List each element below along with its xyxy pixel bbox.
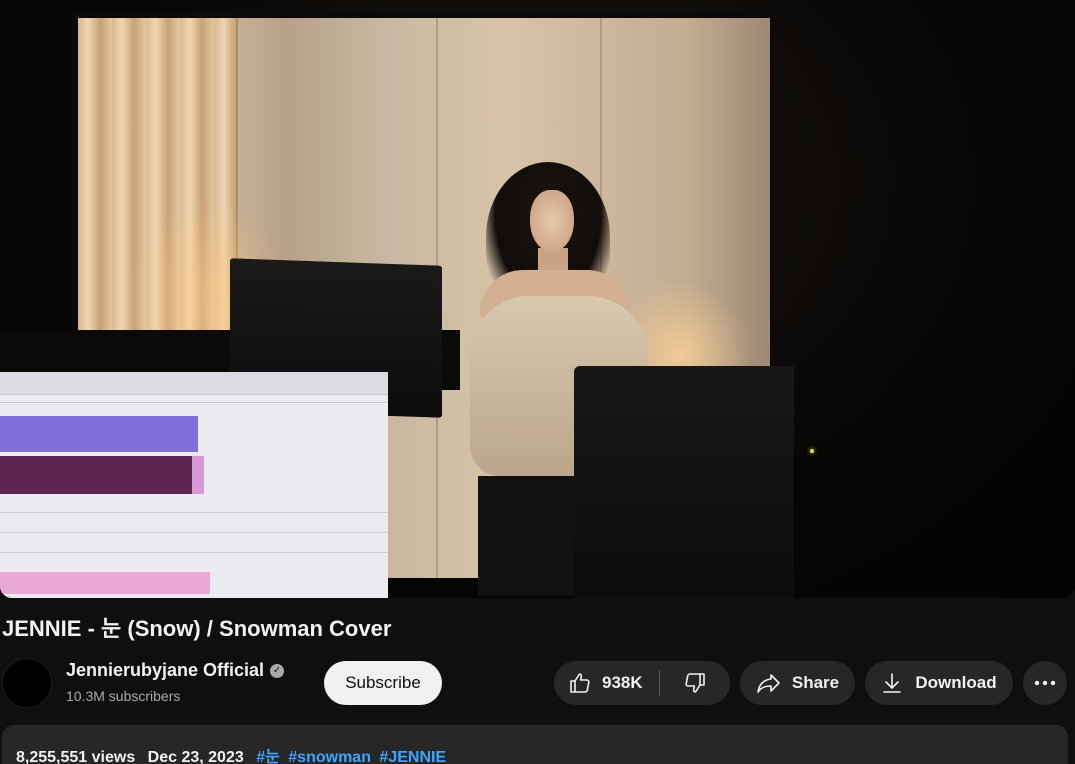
share-label: Share [791, 673, 840, 692]
thumb-up-icon [568, 671, 592, 695]
subscribe-button[interactable]: Subscribe [324, 661, 442, 705]
like-button[interactable]: 938K [554, 661, 659, 705]
share-arrow-icon [756, 671, 782, 695]
subscriber-count: 10.3M subscribers [66, 688, 181, 704]
hashtag-link[interactable]: #JENNIE [379, 749, 446, 764]
video-frame [0, 0, 1075, 598]
dislike-button[interactable] [660, 661, 730, 705]
download-button[interactable]: Download [865, 661, 1013, 705]
description-box[interactable]: 8,255,551 views Dec 23, 2023 #눈 #snowman… [2, 725, 1068, 764]
like-dislike-group: 938K [554, 661, 730, 705]
channel-name[interactable]: Jennierubyjane Official [66, 660, 264, 681]
channel-name-row[interactable]: Jennierubyjane Official ✓ [66, 660, 285, 681]
download-label: Download [915, 673, 997, 692]
more-horizontal-icon [1034, 680, 1056, 686]
like-count: 938K [602, 673, 643, 692]
hashtag-link[interactable]: #눈 [256, 749, 280, 764]
verified-check-icon: ✓ [270, 663, 285, 678]
share-button[interactable]: Share [740, 661, 855, 705]
hashtag-link[interactable]: #snowman [288, 749, 371, 764]
video-player[interactable] [0, 0, 1075, 598]
video-title: JENNIE - 눈 (Snow) / Snowman Cover [2, 616, 392, 641]
description-meta: 8,255,551 views Dec 23, 2023 #눈 #snowman… [16, 743, 450, 764]
view-count: 8,255,551 views [16, 749, 136, 764]
thumb-down-icon [683, 671, 707, 695]
more-actions-button[interactable] [1023, 661, 1067, 705]
watch-page: JENNIE - 눈 (Snow) / Snowman Cover Jennie… [0, 0, 1075, 764]
download-icon [881, 671, 903, 695]
channel-avatar[interactable] [2, 658, 52, 708]
upload-date: Dec 23, 2023 [147, 749, 244, 764]
